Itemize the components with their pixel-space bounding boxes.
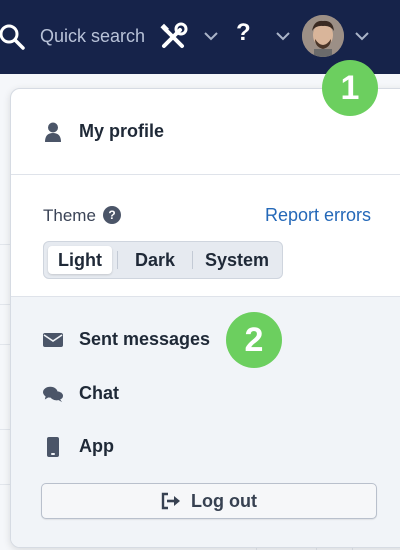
log-out-button[interactable]: Log out	[41, 483, 377, 519]
theme-help-icon[interactable]: ?	[103, 206, 121, 224]
report-errors-link[interactable]: Report errors	[265, 205, 371, 226]
chevron-down-icon[interactable]	[354, 30, 370, 42]
quick-search-input[interactable]: Quick search	[40, 26, 145, 47]
divider	[117, 251, 118, 269]
my-profile-item[interactable]: My profile	[43, 121, 164, 142]
sent-messages-item[interactable]: Sent messages	[43, 329, 210, 350]
tools-icon[interactable]	[158, 22, 188, 52]
chevron-down-icon[interactable]	[275, 30, 291, 42]
chevron-down-icon[interactable]	[203, 30, 219, 42]
theme-option-dark[interactable]: Dark	[120, 246, 190, 274]
app-item[interactable]: App	[43, 436, 114, 457]
annotation-badge-2: 2	[226, 312, 282, 368]
help-icon[interactable]: ?	[236, 19, 251, 47]
user-dropdown-menu: My profile Theme ? Report errors Light D…	[10, 88, 400, 548]
search-icon[interactable]	[0, 24, 26, 50]
chat-label: Chat	[79, 383, 119, 403]
theme-option-system[interactable]: System	[196, 246, 278, 274]
sent-messages-label: Sent messages	[79, 329, 211, 349]
annotation-badge-1: 1	[322, 60, 378, 116]
log-out-label: Log out	[191, 490, 257, 511]
user-avatar[interactable]	[302, 15, 344, 57]
chat-bubbles-icon	[43, 384, 63, 404]
app-label: App	[79, 436, 114, 456]
mobile-phone-icon	[43, 436, 63, 457]
user-icon	[43, 122, 63, 142]
theme-option-light[interactable]: Light	[48, 246, 112, 274]
theme-switcher: Light Dark System	[43, 241, 283, 279]
theme-label: Theme	[43, 206, 96, 225]
divider	[192, 251, 193, 269]
my-profile-label: My profile	[79, 121, 165, 141]
divider	[11, 174, 400, 175]
envelope-icon	[43, 330, 63, 350]
sign-out-icon	[161, 492, 180, 510]
chat-item[interactable]: Chat	[43, 383, 119, 404]
